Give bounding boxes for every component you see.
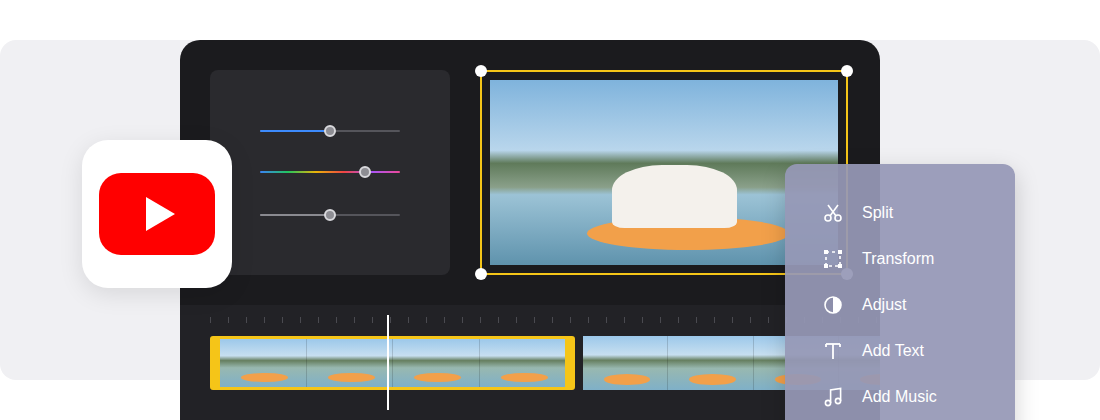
trim-handle[interactable]	[214, 357, 216, 369]
youtube-logo-icon	[99, 173, 215, 255]
clip-track	[210, 336, 880, 390]
clip-thumbnail	[479, 339, 566, 387]
menu-item[interactable]: Adjust	[785, 282, 1015, 328]
slider-fill	[260, 214, 330, 216]
resize-handle[interactable]	[475, 268, 487, 280]
slider-fill	[260, 130, 330, 132]
slider-knob[interactable]	[324, 209, 336, 221]
menu-item-label: Transform	[862, 247, 934, 271]
clip-thumbnail	[220, 339, 306, 387]
context-menu: Split Transform Adjust Add Text Add Music	[785, 164, 1015, 420]
clip-thumbnail	[583, 336, 667, 390]
clip-thumbnail	[667, 336, 752, 390]
playhead[interactable]	[387, 315, 389, 410]
music-icon	[823, 387, 843, 407]
text-icon	[823, 341, 843, 361]
slider-knob[interactable]	[324, 125, 336, 137]
slider-track[interactable]	[260, 171, 400, 173]
adjust-icon	[823, 295, 843, 315]
adjust-slider[interactable]	[260, 165, 400, 179]
video-editor	[180, 40, 880, 420]
youtube-tile[interactable]	[82, 140, 232, 288]
adjust-slider[interactable]	[260, 124, 400, 138]
timeline-clip[interactable]	[210, 336, 575, 390]
time-ruler	[210, 317, 880, 323]
menu-item[interactable]: Transform	[785, 236, 1015, 282]
scissors-icon	[823, 203, 843, 223]
adjust-slider[interactable]	[260, 208, 400, 222]
menu-item-label: Adjust	[862, 293, 906, 317]
menu-item[interactable]: Split	[785, 190, 1015, 236]
trim-handle[interactable]	[569, 357, 571, 369]
adjust-panel	[210, 70, 450, 275]
menu-item-label: Add Text	[862, 339, 924, 363]
clip-thumbnail	[392, 339, 479, 387]
slider-knob[interactable]	[359, 166, 371, 178]
timeline[interactable]	[180, 305, 880, 420]
menu-item[interactable]: Add Text	[785, 328, 1015, 374]
resize-handle[interactable]	[475, 65, 487, 77]
clip-thumbnail	[306, 339, 393, 387]
menu-item[interactable]: Add Music	[785, 374, 1015, 420]
resize-handle[interactable]	[841, 65, 853, 77]
slider-fill	[260, 171, 365, 173]
transform-icon	[823, 249, 843, 269]
menu-item-label: Split	[862, 201, 893, 225]
menu-item-label: Add Music	[862, 385, 937, 409]
